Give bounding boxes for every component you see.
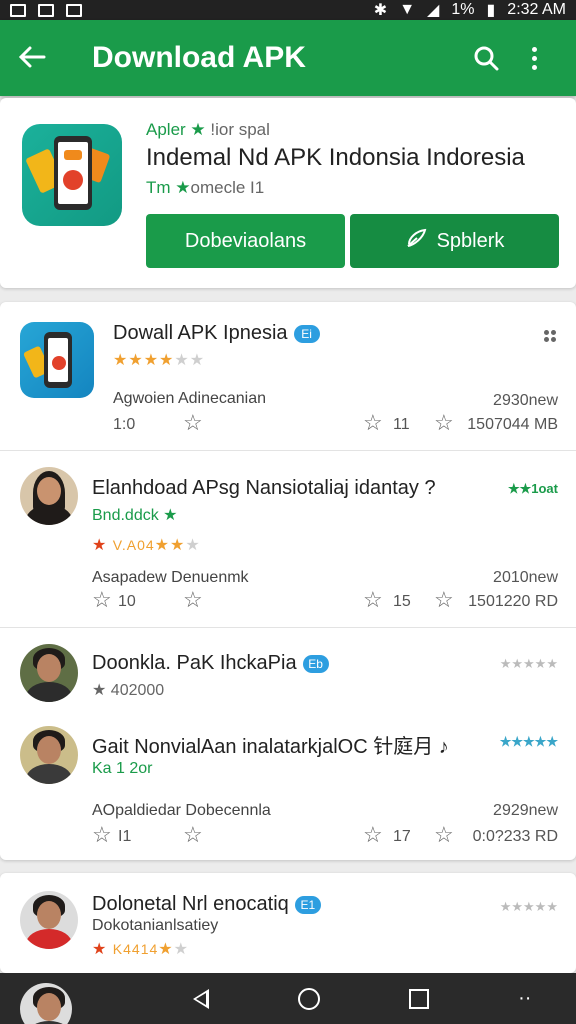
star-outline-icon[interactable]: ☆ xyxy=(363,589,383,611)
item-version: 1:0 xyxy=(113,416,136,433)
app-logo xyxy=(22,124,122,226)
item-version: 10 xyxy=(118,593,136,610)
app-list-card: Dolonetal Nrl enocatiq E1 ★★★★★ Dokotania… xyxy=(0,873,576,973)
item-count: 17 xyxy=(393,828,411,845)
list-item[interactable]: Dowall APK Ipnesia Ei ★★★★★★ Agwoien Adin… xyxy=(0,302,576,450)
star-outline-icon[interactable]: ☆ xyxy=(434,589,454,611)
more-icon[interactable]: ·· xyxy=(518,987,531,1010)
item-version: I1 xyxy=(118,828,132,845)
item-size: 1507044 MB xyxy=(467,416,558,433)
star-outline-icon[interactable]: ☆ xyxy=(434,824,454,846)
photo-icon xyxy=(66,3,82,17)
item-subtitle: ★ 402000 xyxy=(92,682,165,699)
nav-recents-icon[interactable] xyxy=(409,988,430,1009)
rating-stars: ★ V.A04★★★ xyxy=(92,537,201,554)
list-item[interactable]: Gait NonvialAan inalatarkjalOC 针庭月 ♪ ★★★… xyxy=(0,712,576,860)
item-size: 1501220 RD xyxy=(468,593,558,610)
rating-stars: ★★★★★★ xyxy=(113,352,206,369)
star-outline-icon[interactable]: ☆ xyxy=(92,824,112,846)
search-icon[interactable] xyxy=(462,45,510,71)
item-tag: Ka 1 2or xyxy=(92,760,153,777)
item-count: 11 xyxy=(393,416,410,433)
item-subtitle: Agwoien Adinecanian xyxy=(113,390,267,407)
item-tag: Bnd.ddck ★ xyxy=(92,507,178,524)
download-button[interactable]: Dobeviaolans xyxy=(146,214,345,268)
item-subtitle: Asapadew Denuenmk xyxy=(92,569,249,586)
app-bar: Download APK xyxy=(0,20,576,96)
app-list-card: Dowall APK Ipnesia Ei ★★★★★★ Agwoien Adin… xyxy=(0,302,576,860)
rating-badge: ★★★★★ xyxy=(499,656,558,671)
avatar xyxy=(20,891,78,949)
star-outline-icon[interactable]: ☆ xyxy=(363,412,383,434)
app-category: Apler ★ !ior spal xyxy=(146,120,270,139)
rating-badge: ★★1oat xyxy=(507,481,558,496)
avatar xyxy=(20,983,72,1024)
rating-stars: ★ K4414★★ xyxy=(92,941,189,958)
list-item[interactable]: Doonkla. PaK IhckaPia Eb ★★★★★ ★ 402000 xyxy=(0,628,576,708)
rating-badge: ★★★★★ xyxy=(499,899,558,914)
bluetooth-icon: ✱ xyxy=(373,2,388,19)
more-vert-icon[interactable] xyxy=(510,46,558,70)
rating-badge: ★★★★★ xyxy=(499,734,558,749)
item-title: Gait NonvialAan inalatarkjalOC 针庭月 ♪ xyxy=(92,736,449,758)
item-date: 2010new xyxy=(493,569,558,586)
signal-icon: ◢ xyxy=(427,2,440,19)
system-nav-bar: ·· xyxy=(0,973,576,1024)
item-title: Dolonetal Nrl enocatiq E1 xyxy=(92,893,321,916)
item-size: 0:0?233 RD xyxy=(472,828,558,845)
star-outline-icon[interactable]: ☆ xyxy=(183,589,203,611)
list-item[interactable]: Dolonetal Nrl enocatiq E1 ★★★★★ Dokotania… xyxy=(0,873,576,973)
gallery-icon xyxy=(10,3,26,17)
battery-icon: ▮ xyxy=(486,2,496,19)
app-title: Indemal Nd APK Indonsia Indoresia xyxy=(146,144,525,171)
clock: 2:32 AM xyxy=(507,1,566,18)
status-bar: ✱ ▼ ◢ 1% ▮ 2:32 AM xyxy=(0,0,576,20)
star-outline-icon[interactable]: ☆ xyxy=(183,824,203,846)
nav-home-icon[interactable] xyxy=(298,987,321,1010)
star-outline-icon[interactable]: ☆ xyxy=(183,412,203,434)
wifi-icon: ▼ xyxy=(399,1,416,18)
item-count: 15 xyxy=(393,593,411,610)
item-subtitle: Dokotanianlsatiey xyxy=(92,917,219,934)
page-title: Download APK xyxy=(92,41,306,74)
image-icon xyxy=(38,3,54,17)
item-title: Dowall APK Ipnesia Ei xyxy=(113,322,320,345)
avatar xyxy=(20,726,78,784)
share-button[interactable]: Spblerk xyxy=(350,214,559,268)
item-title: Doonkla. PaK IhckaPia Eb xyxy=(92,652,329,675)
battery-text: 1% xyxy=(451,1,475,18)
star-outline-icon[interactable]: ☆ xyxy=(434,412,454,434)
avatar xyxy=(20,644,78,702)
item-date: 2930new xyxy=(493,392,558,409)
app-icon xyxy=(20,322,94,398)
grid-icon[interactable] xyxy=(544,330,556,342)
leaf-icon xyxy=(405,227,429,255)
list-item[interactable]: Elanhdoad APsg Nansiotaliaj idantay ? ★★… xyxy=(0,451,576,627)
star-outline-icon[interactable]: ☆ xyxy=(363,824,383,846)
app-rating: Tm ★omecle I1 xyxy=(146,178,265,197)
item-title: Elanhdoad APsg Nansiotaliaj idantay ? xyxy=(92,477,436,499)
avatar xyxy=(20,467,78,525)
item-date: 2929new xyxy=(493,802,558,819)
item-subtitle: AOpaldiedar Dobecennla xyxy=(92,802,271,819)
arrow-back-icon[interactable] xyxy=(18,42,58,74)
nav-back-icon[interactable] xyxy=(193,988,210,1009)
featured-app-card: Apler ★ !ior spal Indemal Nd APK Indonsi… xyxy=(0,98,576,288)
star-outline-icon[interactable]: ☆ xyxy=(92,589,112,611)
